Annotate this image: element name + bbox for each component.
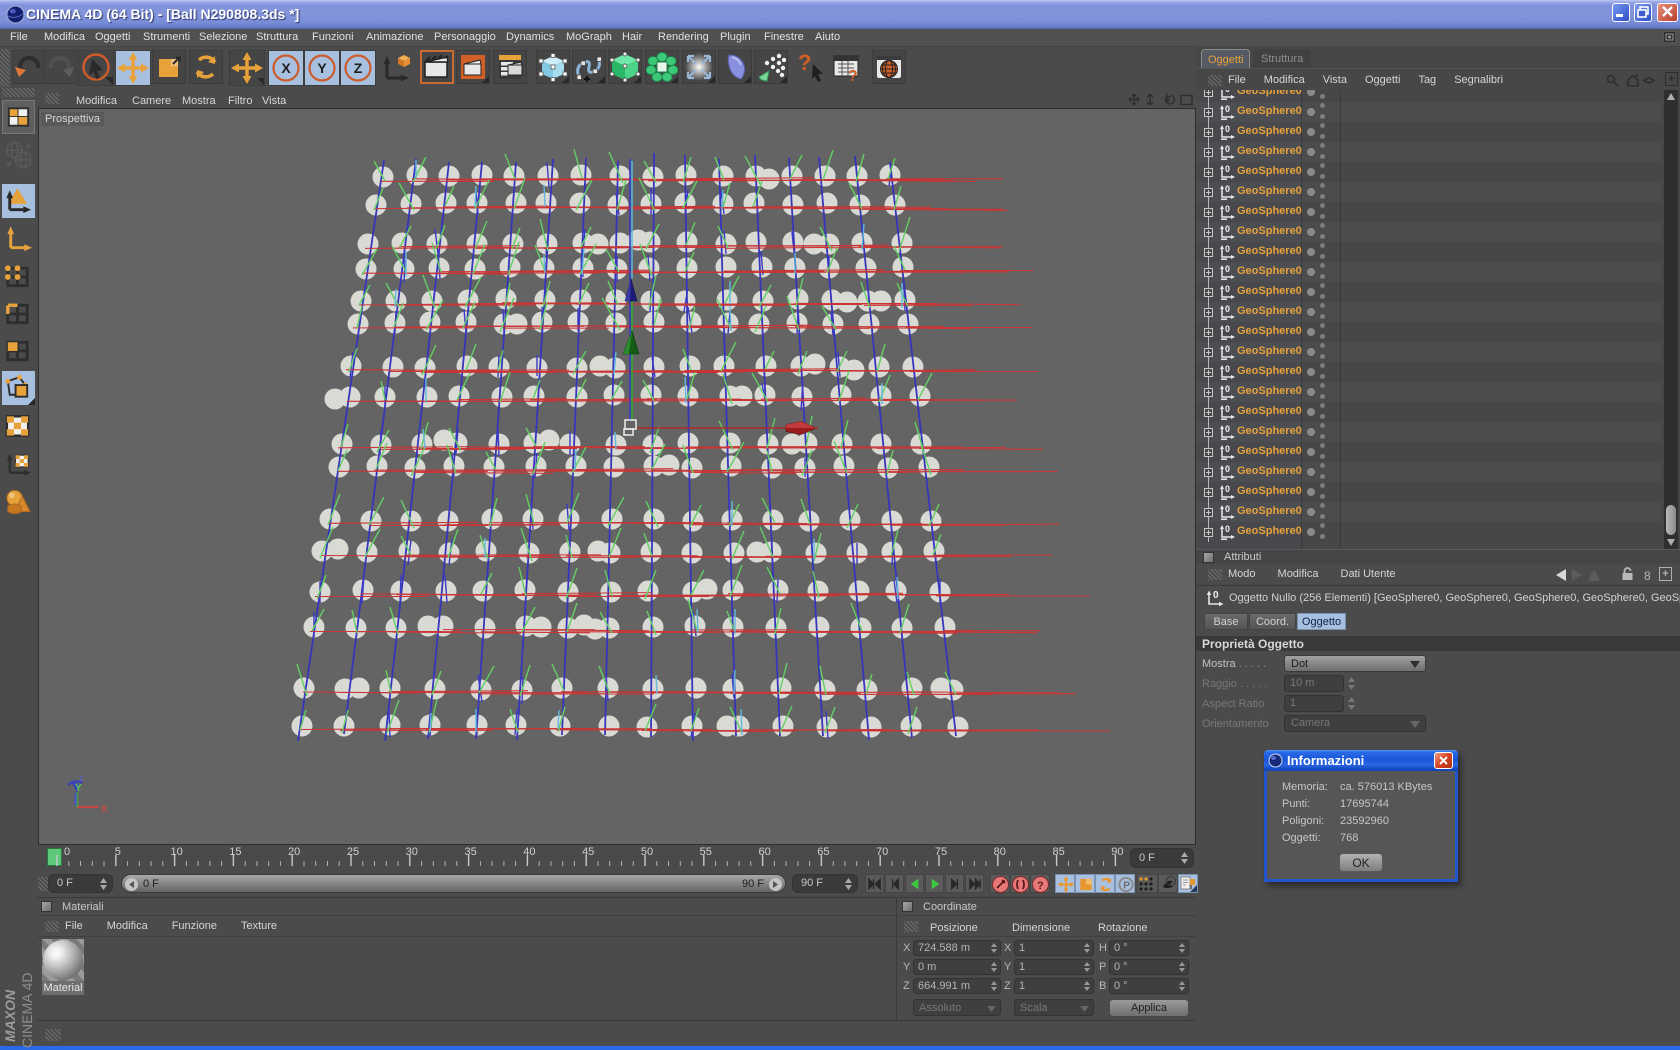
svg-text:70: 70 — [876, 846, 888, 858]
svg-text:0: 0 — [1225, 484, 1230, 494]
svg-text:?: ? — [798, 50, 811, 75]
svg-text:0: 0 — [1225, 524, 1230, 534]
svg-text:25: 25 — [347, 846, 359, 858]
svg-text:90: 90 — [1111, 846, 1123, 858]
svg-text:65: 65 — [817, 846, 829, 858]
svg-text:45: 45 — [582, 846, 594, 858]
svg-text:85: 85 — [1052, 846, 1064, 858]
svg-text:30: 30 — [406, 846, 418, 858]
svg-text:0: 0 — [1225, 324, 1230, 334]
svg-text:0: 0 — [1225, 90, 1230, 94]
svg-text:0: 0 — [1225, 444, 1230, 454]
svg-text:35: 35 — [464, 846, 476, 858]
svg-text:Z: Z — [354, 60, 363, 76]
svg-text:0: 0 — [1225, 204, 1230, 214]
svg-text:0: 0 — [1225, 464, 1230, 474]
svg-text:0: 0 — [1225, 404, 1230, 414]
svg-text:0: 0 — [1225, 184, 1230, 194]
svg-text:5: 5 — [115, 846, 121, 858]
svg-text:0: 0 — [1225, 124, 1230, 134]
svg-text:0: 0 — [1225, 104, 1230, 114]
svg-text:z: z — [79, 773, 84, 783]
svg-text:0: 0 — [1225, 304, 1230, 314]
svg-text:0: 0 — [1225, 424, 1230, 434]
svg-text:0: 0 — [1225, 164, 1230, 174]
svg-text:0: 0 — [1225, 504, 1230, 514]
svg-text:80: 80 — [994, 846, 1006, 858]
svg-text:20: 20 — [288, 846, 300, 858]
svg-text:0: 0 — [1213, 590, 1219, 601]
svg-text:10: 10 — [170, 846, 182, 858]
svg-text:X: X — [101, 804, 108, 815]
svg-text:?: ? — [848, 68, 858, 84]
svg-text:60: 60 — [758, 846, 770, 858]
svg-text:P: P — [1123, 880, 1130, 891]
svg-text:0: 0 — [1225, 244, 1230, 254]
svg-text:50: 50 — [641, 846, 653, 858]
svg-text:15: 15 — [229, 846, 241, 858]
svg-text:0: 0 — [1225, 364, 1230, 374]
svg-text:0: 0 — [1225, 144, 1230, 154]
svg-text:0: 0 — [64, 846, 70, 858]
svg-text:0: 0 — [1225, 344, 1230, 354]
svg-text:X: X — [281, 60, 291, 76]
svg-text:55: 55 — [700, 846, 712, 858]
svg-text:0: 0 — [1225, 264, 1230, 274]
svg-text:0: 0 — [1225, 384, 1230, 394]
svg-text:0: 0 — [1225, 284, 1230, 294]
svg-text:75: 75 — [935, 846, 947, 858]
svg-text:Y: Y — [75, 783, 82, 794]
svg-text:0: 0 — [1225, 224, 1230, 234]
svg-text:?: ? — [1037, 880, 1044, 892]
svg-text:Y: Y — [317, 60, 327, 76]
svg-text:40: 40 — [523, 846, 535, 858]
